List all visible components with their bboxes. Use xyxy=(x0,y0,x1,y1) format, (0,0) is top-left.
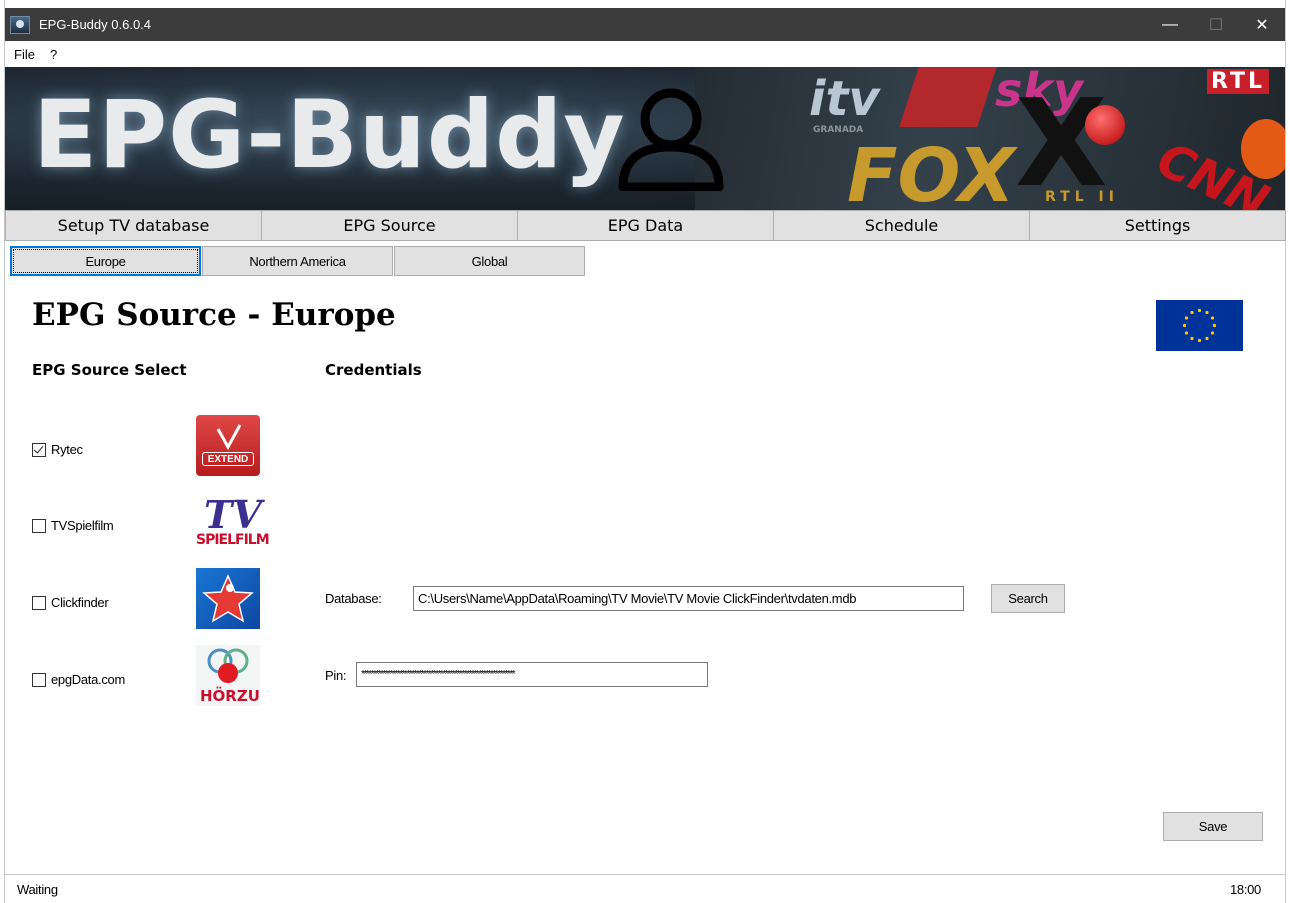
app-icon xyxy=(10,15,30,34)
database-path-input[interactable]: C:\Users\Name\AppData\Roaming\TV Movie\T… xyxy=(413,586,964,611)
eu-star xyxy=(1184,316,1189,320)
eu-star xyxy=(1210,331,1215,335)
logo-rtl2: RTL II xyxy=(1045,189,1119,205)
eu-star xyxy=(1197,338,1202,343)
tvspielfilm-logo-top: TV xyxy=(204,492,262,537)
tvspielfilm-logo: TV SPIELFILM xyxy=(196,492,270,555)
tab-settings[interactable]: Settings xyxy=(1029,210,1286,241)
search-button[interactable]: Search xyxy=(991,584,1065,613)
eu-star xyxy=(1205,310,1209,315)
subtab-europe[interactable]: Europe xyxy=(10,246,201,276)
eu-star xyxy=(1205,336,1209,341)
pin-label: Pin: xyxy=(325,668,347,683)
status-bar: Waiting 18:00 xyxy=(5,874,1285,903)
status-text: Waiting xyxy=(17,881,58,897)
subtab-global[interactable]: Global xyxy=(394,246,585,276)
tab-epg-data[interactable]: EPG Data xyxy=(517,210,774,241)
rytec-label: Rytec xyxy=(51,442,83,457)
tvspielfilm-checkbox[interactable] xyxy=(32,518,46,533)
eu-star xyxy=(1210,316,1215,320)
title-bar[interactable]: EPG-Buddy 0.6.0.4 — ☐ ✕ xyxy=(5,8,1285,41)
rytec-logo-text: EXTEND xyxy=(202,452,254,466)
credentials-heading: Credentials xyxy=(325,361,422,379)
tab-schedule[interactable]: Schedule xyxy=(773,210,1030,241)
tvspielfilm-logo-text: SPIELFILM xyxy=(196,532,270,548)
rytec-extend-logo: EXTEND xyxy=(196,415,260,476)
clickfinder-star-logo xyxy=(196,568,260,629)
rytec-checkbox[interactable] xyxy=(32,442,46,457)
close-button[interactable]: ✕ xyxy=(1239,8,1285,41)
status-time: 18:00 xyxy=(1229,881,1261,897)
epgdata-checkbox[interactable] xyxy=(32,672,46,687)
source-row-epgdata[interactable]: epgData.com xyxy=(32,672,125,687)
eu-star xyxy=(1190,310,1194,315)
tab-setup-tv-database[interactable]: Setup TV database xyxy=(5,210,262,241)
page-title: EPG Source - Europe xyxy=(32,297,396,333)
window-frame-right xyxy=(1285,0,1290,903)
eu-flag-icon xyxy=(1156,300,1243,351)
source-row-rytec[interactable]: Rytec xyxy=(32,442,83,457)
pin-input[interactable]: ****************************************… xyxy=(356,662,708,687)
eu-star xyxy=(1184,331,1189,335)
header-banner: EPG-Buddy itv GRANADA sky X RTL FOX CNN … xyxy=(5,67,1285,210)
logo-rtl: RTL xyxy=(1207,69,1269,94)
window-controls: — ☐ ✕ xyxy=(1147,8,1285,41)
save-button[interactable]: Save xyxy=(1163,812,1263,841)
menu-help[interactable]: ? xyxy=(41,47,63,62)
main-tab-bar: Setup TV database EPG Source EPG Data Sc… xyxy=(5,210,1286,241)
eu-star xyxy=(1182,323,1187,328)
source-row-tvspielfilm[interactable]: TVSpielfilm xyxy=(32,518,114,533)
eu-star xyxy=(1212,323,1217,328)
subtab-northern-america[interactable]: Northern America xyxy=(202,246,393,276)
logo-fox: FOX xyxy=(847,133,1015,210)
menu-file[interactable]: File xyxy=(5,47,41,62)
clickfinder-label: Clickfinder xyxy=(51,595,109,610)
eu-star xyxy=(1190,336,1194,341)
window-title: EPG-Buddy 0.6.0.4 xyxy=(39,17,152,32)
minimize-button[interactable]: — xyxy=(1147,8,1193,41)
source-row-clickfinder[interactable]: Clickfinder xyxy=(32,595,109,610)
database-label: Database: xyxy=(325,591,382,606)
user-icon xyxy=(618,88,724,191)
menu-bar: File ? xyxy=(5,41,1285,67)
tab-epg-source[interactable]: EPG Source xyxy=(261,210,518,241)
source-select-heading: EPG Source Select xyxy=(32,361,187,379)
tvspielfilm-label: TVSpielfilm xyxy=(51,518,114,533)
logo-itv: itv xyxy=(809,71,880,127)
epgdata-label: epgData.com xyxy=(51,672,126,687)
banner-brand-text: EPG-Buddy xyxy=(33,81,626,190)
maximize-button[interactable]: ☐ xyxy=(1193,8,1239,41)
logo-vox-dot xyxy=(1085,105,1125,145)
region-tab-bar: Europe Northern America Global xyxy=(10,246,586,276)
hoerzu-logo-text: HÖRZU xyxy=(200,687,260,705)
logo-rtl2-shape xyxy=(1241,119,1285,179)
hoerzu-logo: HÖRZU xyxy=(196,645,260,706)
eu-star xyxy=(1197,308,1202,313)
clickfinder-checkbox[interactable] xyxy=(32,595,46,610)
